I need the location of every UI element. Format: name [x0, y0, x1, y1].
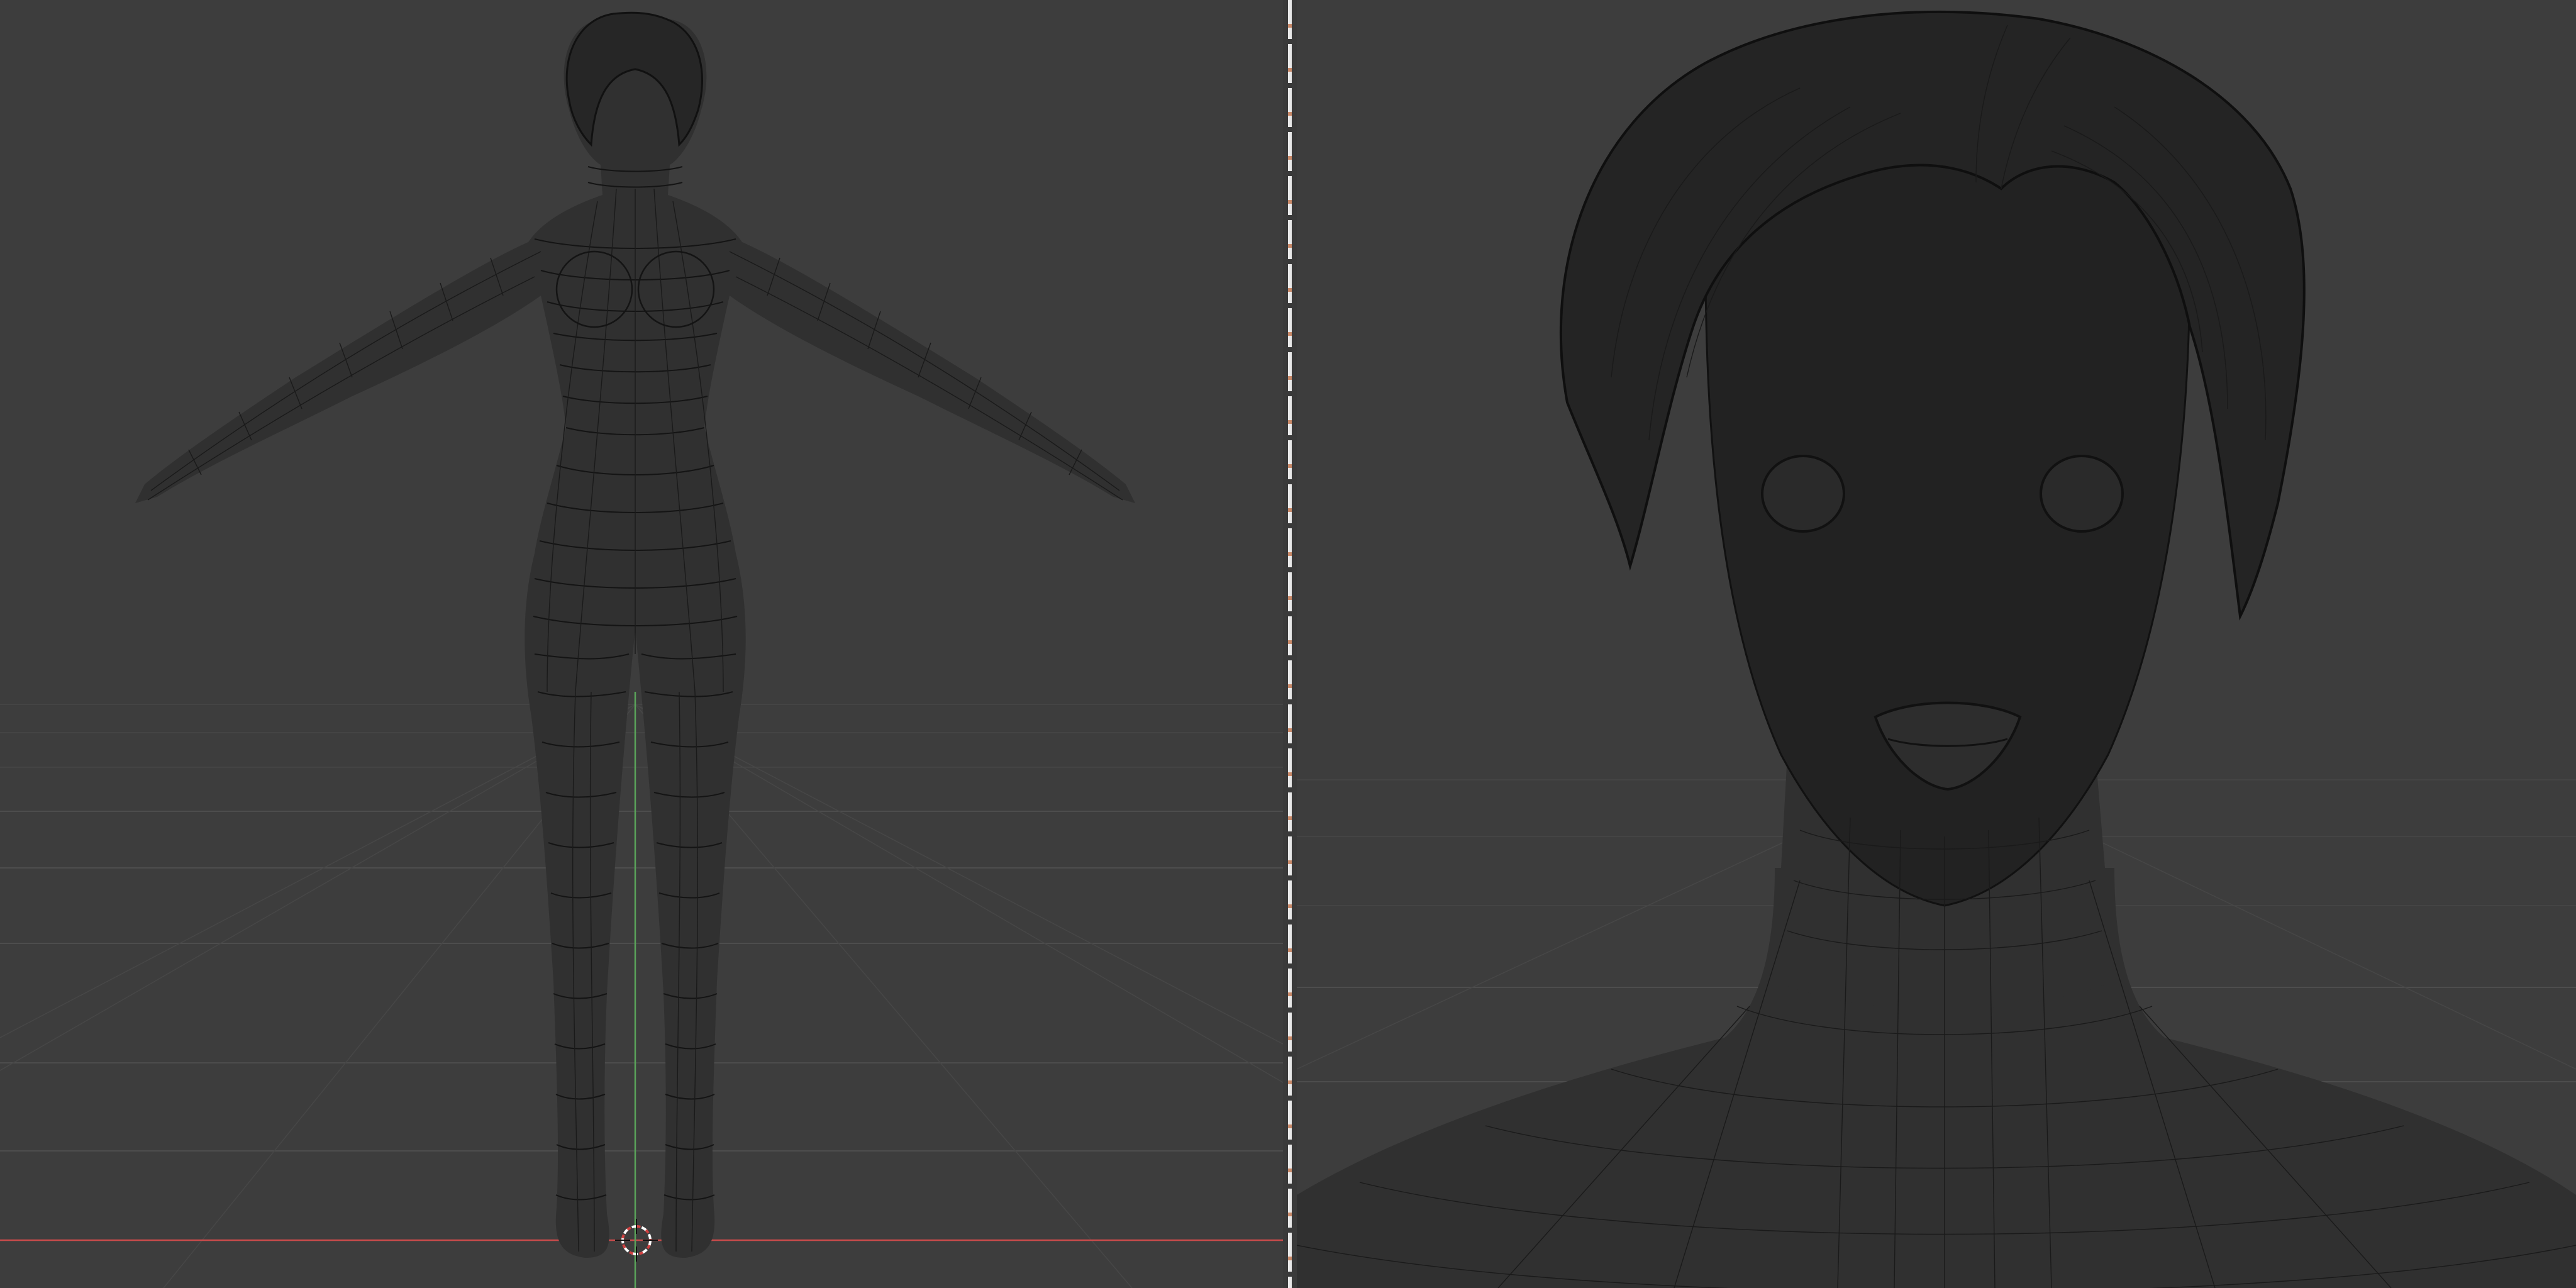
character-mesh-head-closeup[interactable] — [1297, 10, 2576, 1288]
splitter-handle[interactable] — [1288, 0, 1292, 1288]
right-3d-viewport[interactable] — [1297, 0, 2576, 1288]
floor-grid — [0, 704, 1283, 1288]
left-viewport-canvas — [0, 11, 1283, 1288]
left-eye — [1761, 455, 1845, 533]
right-eye — [2040, 455, 2124, 533]
right-viewport-canvas — [1297, 10, 2576, 1288]
viewport-splitter[interactable] — [1283, 0, 1297, 1288]
left-3d-viewport[interactable] — [0, 0, 1283, 1288]
